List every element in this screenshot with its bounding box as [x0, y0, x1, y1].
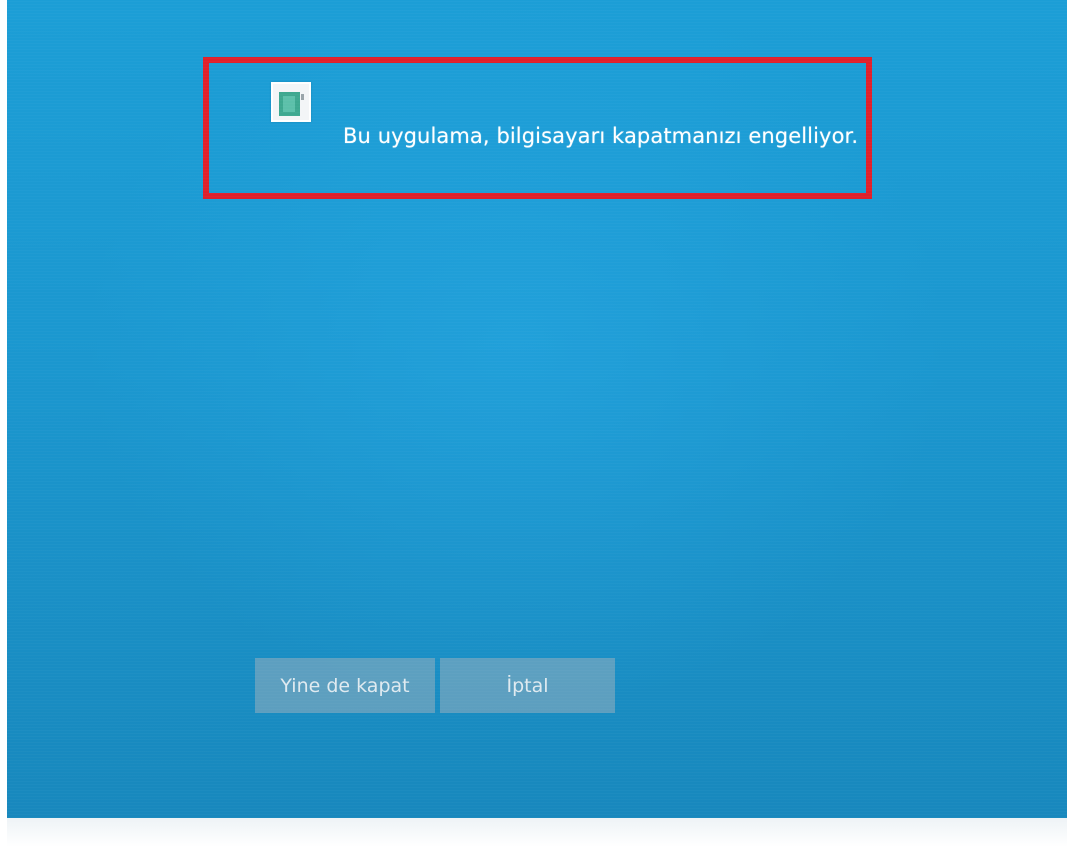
bottom-edge	[7, 818, 1067, 847]
shutdown-anyway-button[interactable]: Yine de kapat	[255, 658, 435, 713]
blocking-app-message: Bu uygulama, bilgisayarı kapatmanızı eng…	[343, 124, 859, 148]
app-window-icon	[271, 82, 311, 122]
cancel-button[interactable]: İptal	[440, 658, 615, 713]
shutdown-blocker-screen: Bu uygulama, bilgisayarı kapatmanızı eng…	[7, 0, 1067, 818]
